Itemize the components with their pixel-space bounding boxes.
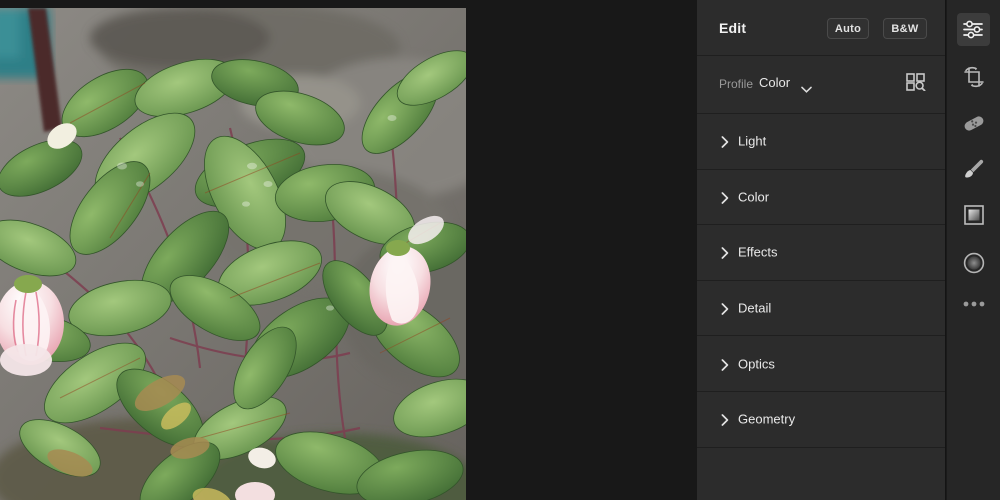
section-light[interactable]: Light <box>697 114 945 170</box>
more-options[interactable] <box>957 287 990 320</box>
crop-rotate-icon <box>963 66 985 88</box>
radial-gradient-tool[interactable] <box>957 246 990 279</box>
chevron-right-icon <box>721 358 729 371</box>
bw-button[interactable]: B&W <box>883 18 927 39</box>
section-effects[interactable]: Effects <box>697 225 945 281</box>
ellipsis-icon <box>963 301 985 307</box>
edit-panel-header: Edit Auto B&W <box>697 0 945 56</box>
section-optics[interactable]: Optics <box>697 336 945 392</box>
photo-image[interactable] <box>0 8 466 500</box>
profile-browser-icon[interactable] <box>903 70 929 94</box>
radial-gradient-icon <box>963 252 985 274</box>
section-label: Light <box>738 133 767 149</box>
section-color[interactable]: Color <box>697 169 945 226</box>
crop-rotate-tool[interactable] <box>957 60 990 93</box>
section-detail[interactable]: Detail <box>697 280 945 337</box>
section-label: Geometry <box>738 411 796 427</box>
image-canvas[interactable] <box>0 0 697 500</box>
auto-button[interactable]: Auto <box>827 18 869 39</box>
profile-label: Profile <box>719 77 754 91</box>
chevron-right-icon <box>721 135 729 149</box>
profile-value[interactable]: Color <box>759 75 790 90</box>
section-label: Effects <box>738 244 778 260</box>
edit-panel: Edit Auto B&W Profile Color Light Color … <box>697 0 946 500</box>
brush-tool[interactable] <box>957 152 990 185</box>
chevron-right-icon <box>721 413 729 427</box>
page-title: Edit <box>719 20 747 36</box>
healing-brush-tool[interactable] <box>957 106 990 139</box>
tool-rail <box>947 0 1000 500</box>
photo-editor-window: Edit Auto B&W Profile Color Light Color … <box>0 0 1000 500</box>
paint-brush-icon <box>963 158 985 180</box>
chevron-right-icon <box>721 302 729 315</box>
healing-brush-icon <box>962 113 986 133</box>
edit-sliders-tool[interactable] <box>957 13 990 46</box>
chevron-right-icon <box>721 246 729 260</box>
section-label: Color <box>738 189 770 205</box>
section-geometry[interactable]: Geometry <box>697 391 945 448</box>
linear-gradient-icon <box>963 204 984 225</box>
chevron-right-icon <box>721 191 729 204</box>
section-label: Detail <box>738 300 772 316</box>
sliders-icon <box>963 20 984 39</box>
linear-gradient-tool[interactable] <box>957 198 990 231</box>
section-label: Optics <box>738 356 775 372</box>
chevron-down-icon[interactable] <box>801 80 812 93</box>
